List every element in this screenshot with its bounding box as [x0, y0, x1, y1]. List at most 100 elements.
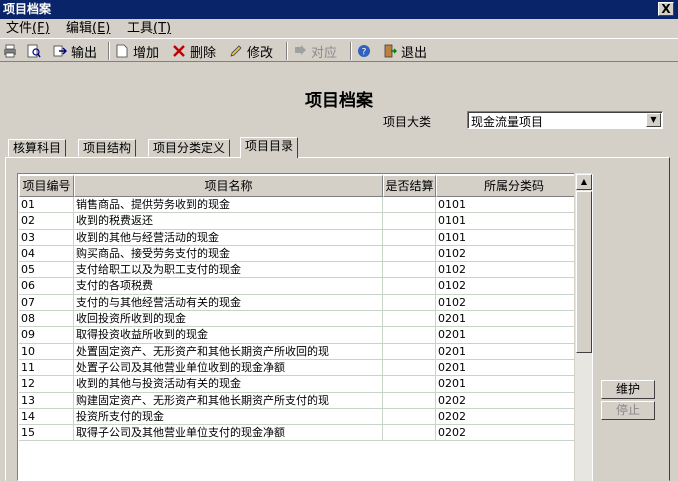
table-row[interactable]: 05 支付给职工以及为职工支付的现金 0102 [19, 262, 592, 279]
maintain-button[interactable]: 维护 [601, 380, 655, 399]
column-header[interactable]: 项目编号 [19, 175, 74, 197]
preview-button[interactable] [27, 42, 45, 60]
cell-name[interactable]: 收回投资所收到的现金 [74, 311, 383, 327]
table-row[interactable]: 02 收到的税费返还 0101 [19, 213, 592, 230]
cell-name[interactable]: 支付的与其他经营活动有关的现金 [74, 294, 383, 311]
cell-settle[interactable] [383, 343, 436, 359]
cell-settle[interactable] [383, 376, 436, 392]
cell-code[interactable]: 10 [19, 343, 74, 359]
cell-category[interactable]: 0201 [436, 359, 592, 376]
table-row[interactable]: 11 处置子公司及其他营业单位收到的现金净额 0201 [19, 359, 592, 377]
help-button[interactable]: ? [357, 42, 375, 60]
tab-category-definition[interactable]: 项目分类定义 [148, 139, 231, 157]
cell-category[interactable]: 0202 [436, 392, 592, 408]
cell-name[interactable]: 收到的其他与经营活动的现金 [74, 229, 383, 245]
add-button[interactable]: 增加 [115, 42, 159, 61]
cell-category[interactable]: 0101 [436, 197, 592, 213]
cell-name[interactable]: 购建固定资产、无形资产和其他长期资产所支付的现 [74, 392, 383, 408]
chevron-down-icon[interactable]: ▼ [646, 113, 661, 127]
cell-code[interactable]: 02 [19, 213, 74, 229]
column-header[interactable]: 是否结算 [383, 175, 436, 197]
cell-code[interactable]: 06 [19, 278, 74, 294]
cell-name[interactable]: 购买商品、接受劳务支付的现金 [74, 245, 383, 262]
cell-code[interactable]: 08 [19, 311, 74, 327]
cell-settle[interactable] [383, 278, 436, 294]
cell-category[interactable]: 0201 [436, 376, 592, 392]
table-row[interactable]: 09 取得投资收益所收到的现金 0201 [19, 327, 592, 344]
cell-settle[interactable] [383, 392, 436, 408]
cell-name[interactable]: 处置子公司及其他营业单位收到的现金净额 [74, 359, 383, 376]
scroll-thumb[interactable] [576, 191, 592, 353]
cell-name[interactable]: 销售商品、提供劳务收到的现金 [74, 197, 383, 213]
tab-accounting-subject[interactable]: 核算科目 [8, 139, 67, 157]
cell-name[interactable]: 支付给职工以及为职工支付的现金 [74, 262, 383, 278]
table-row[interactable]: 06 支付的各项税费 0102 [19, 278, 592, 295]
cell-name[interactable]: 取得投资收益所收到的现金 [74, 327, 383, 343]
table-row[interactable]: 08 收回投资所收到的现金 0201 [19, 311, 592, 328]
table-row[interactable]: 10 处置固定资产、无形资产和其他长期资产所收回的现 0201 [19, 343, 592, 360]
vertical-scrollbar[interactable]: ▲ [574, 173, 592, 481]
cell-code[interactable]: 09 [19, 327, 74, 343]
cell-category[interactable]: 0102 [436, 294, 592, 311]
cell-code[interactable]: 11 [19, 359, 74, 376]
column-header[interactable]: 项目名称 [74, 175, 383, 197]
cell-settle[interactable] [383, 408, 436, 425]
table-row[interactable]: 13 购建固定资产、无形资产和其他长期资产所支付的现 0202 [19, 392, 592, 409]
cell-name[interactable]: 投资所支付的现金 [74, 408, 383, 425]
table-row[interactable]: 12 收到的其他与投资活动有关的现金 0201 [19, 376, 592, 393]
exit-button[interactable]: 退出 [383, 42, 427, 61]
cell-code[interactable]: 03 [19, 229, 74, 245]
cell-name[interactable]: 取得子公司及其他营业单位支付的现金净额 [74, 425, 383, 441]
menu-edit[interactable]: 编辑(E) [66, 21, 110, 36]
tab-project-structure[interactable]: 项目结构 [78, 139, 137, 157]
modify-button[interactable]: 修改 [229, 42, 273, 61]
cell-code[interactable]: 12 [19, 376, 74, 392]
cell-code[interactable]: 15 [19, 425, 74, 441]
cell-settle[interactable] [383, 294, 436, 311]
close-button[interactable]: X [658, 2, 674, 16]
cell-category[interactable]: 0102 [436, 245, 592, 262]
delete-button[interactable]: 删除 [172, 42, 216, 61]
cell-settle[interactable] [383, 262, 436, 278]
table-row[interactable]: 14 投资所支付的现金 0202 [19, 408, 592, 426]
cell-name[interactable]: 支付的各项税费 [74, 278, 383, 294]
cell-settle[interactable] [383, 213, 436, 229]
table-row[interactable]: 07 支付的与其他经营活动有关的现金 0102 [19, 294, 592, 312]
cell-name[interactable]: 收到的税费返还 [74, 213, 383, 229]
match-button[interactable]: 对应 [293, 42, 337, 61]
cell-category[interactable]: 0201 [436, 311, 592, 327]
column-header[interactable]: 所属分类码 [436, 175, 592, 197]
menu-tools[interactable]: 工具(T) [127, 21, 171, 36]
tab-project-catalog[interactable]: 项目目录 [240, 137, 299, 158]
cell-code[interactable]: 05 [19, 262, 74, 278]
table-row[interactable]: 04 购买商品、接受劳务支付的现金 0102 [19, 245, 592, 263]
cell-name[interactable]: 收到的其他与投资活动有关的现金 [74, 376, 383, 392]
cell-code[interactable]: 01 [19, 197, 74, 213]
cell-code[interactable]: 04 [19, 245, 74, 262]
cell-settle[interactable] [383, 245, 436, 262]
table-row[interactable]: 03 收到的其他与经营活动的现金 0101 [19, 229, 592, 246]
cell-category[interactable]: 0102 [436, 262, 592, 278]
cell-category[interactable]: 0201 [436, 327, 592, 343]
menu-file[interactable]: 文件(F) [6, 21, 50, 36]
table-row[interactable]: 15 取得子公司及其他营业单位支付的现金净额 0202 [19, 425, 592, 442]
cell-code[interactable]: 07 [19, 294, 74, 311]
print-button[interactable] [3, 42, 21, 60]
cell-category[interactable]: 0202 [436, 425, 592, 441]
cell-code[interactable]: 13 [19, 392, 74, 408]
cell-category[interactable]: 0101 [436, 213, 592, 229]
cell-category[interactable]: 0101 [436, 229, 592, 245]
cell-settle[interactable] [383, 425, 436, 441]
cell-category[interactable]: 0201 [436, 343, 592, 359]
cell-name[interactable]: 处置固定资产、无形资产和其他长期资产所收回的现 [74, 343, 383, 359]
cell-settle[interactable] [383, 311, 436, 327]
scroll-up-arrow-icon[interactable]: ▲ [576, 174, 592, 190]
category-select[interactable]: 现金流量项目 ▼ [467, 111, 663, 129]
cell-settle[interactable] [383, 327, 436, 343]
export-button[interactable]: 输出 [53, 42, 97, 61]
cell-settle[interactable] [383, 359, 436, 376]
cell-code[interactable]: 14 [19, 408, 74, 425]
table-row[interactable]: 01 销售商品、提供劳务收到的现金 0101 [19, 197, 592, 214]
cell-settle[interactable] [383, 229, 436, 245]
cell-category[interactable]: 0102 [436, 278, 592, 294]
